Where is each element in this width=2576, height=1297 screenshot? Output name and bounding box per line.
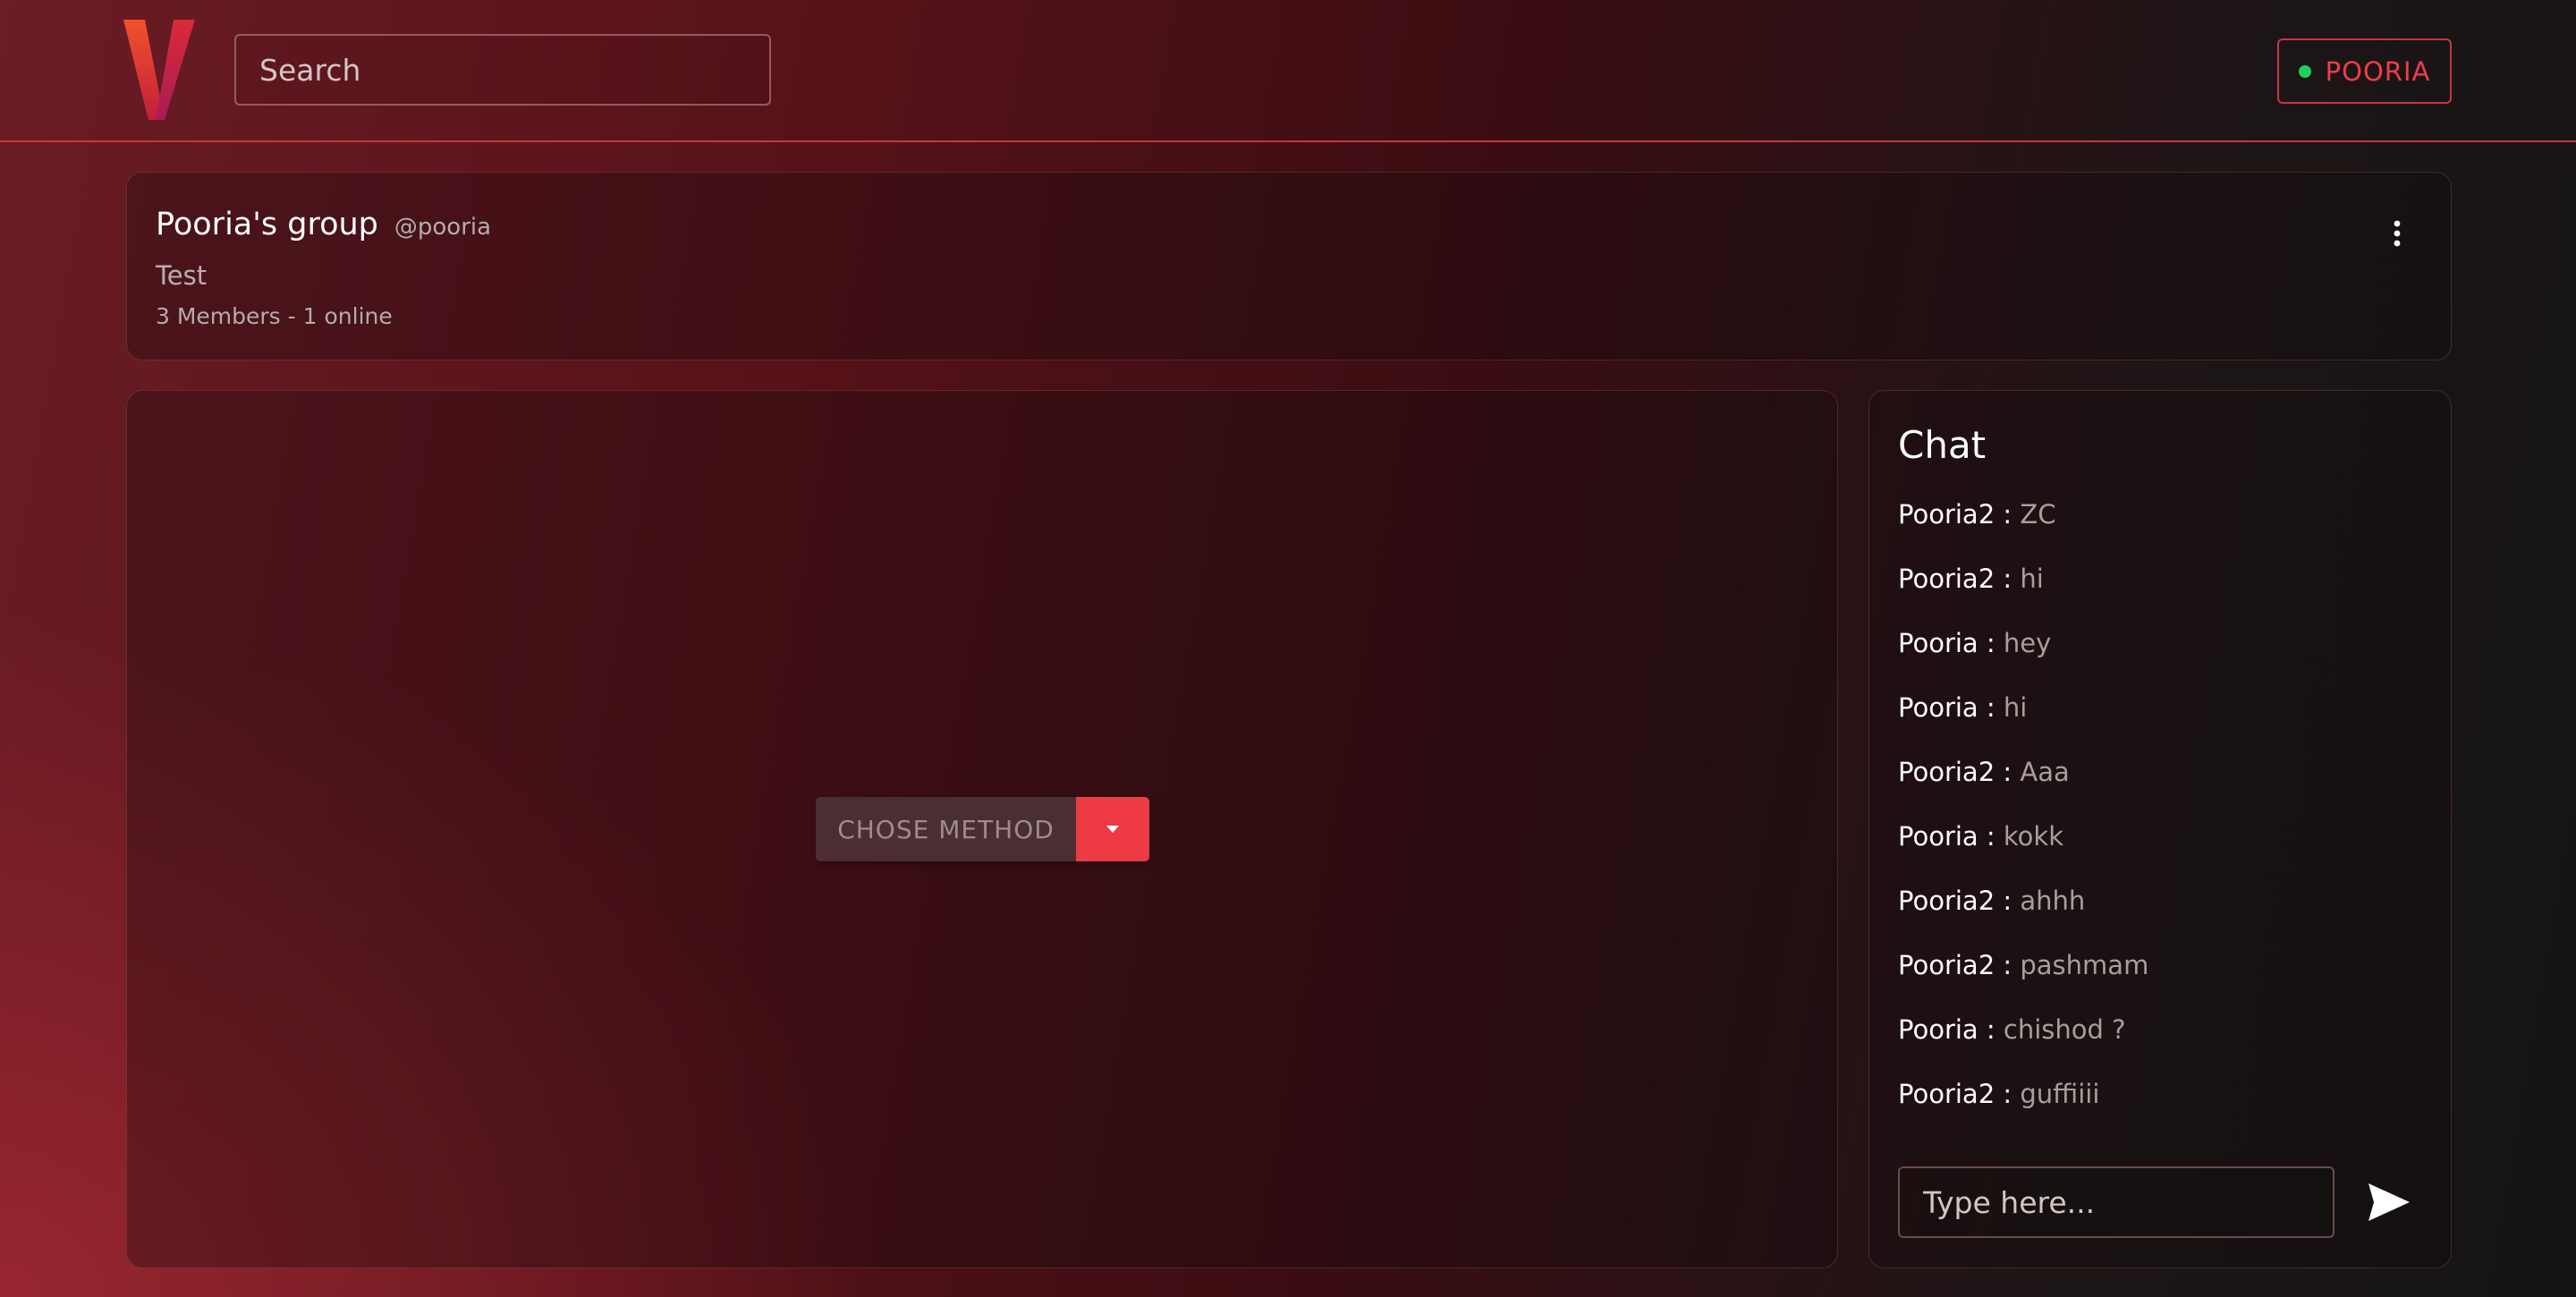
chat-message-user: Pooria2 xyxy=(1898,757,1996,787)
chat-message: Pooria : hey xyxy=(1898,627,2148,691)
chat-message-user: Pooria2 xyxy=(1898,1079,1996,1109)
chat-message-user: Pooria xyxy=(1898,821,1979,852)
chat-message: Pooria2 : Aaa xyxy=(1898,756,2148,820)
chat-message-separator: : xyxy=(1995,499,2021,530)
more-vertical-icon xyxy=(2394,220,2401,247)
method-split-button: CHOSE METHOD xyxy=(816,797,1149,861)
group-handle: @pooria xyxy=(394,214,492,241)
choose-method-button[interactable]: CHOSE METHOD xyxy=(816,797,1076,861)
chat-message: Pooria : hi xyxy=(1898,691,2148,756)
chat-message-text: hi xyxy=(2003,692,2028,723)
chat-message-list: Pooria2 : ZC Pooria2 : hi Pooria : hey Poor… xyxy=(1898,498,2148,1142)
chat-message-input[interactable] xyxy=(1898,1166,2334,1238)
chat-message-separator: : xyxy=(1995,757,2021,787)
group-description: Test xyxy=(156,260,208,291)
group-menu-button[interactable] xyxy=(2379,216,2415,251)
group-members-count: 3 Members - 1 online xyxy=(156,303,393,329)
chat-message: Pooria2 : ZC xyxy=(1898,498,2148,563)
chat-message-user: Pooria2 xyxy=(1898,564,1996,594)
chat-message-text: pashmam xyxy=(2020,950,2149,980)
user-status-button[interactable]: POORIA xyxy=(2277,38,2452,104)
chat-message: Pooria : kokk xyxy=(1898,820,2148,885)
chat-message-text: chishod ? xyxy=(2003,1014,2126,1045)
chat-message-separator: : xyxy=(1978,692,2004,723)
chat-message-user: Pooria xyxy=(1898,692,1979,723)
online-status-dot xyxy=(2298,64,2311,78)
chat-message-separator: : xyxy=(1978,628,2004,658)
chat-message-text: hi xyxy=(2020,564,2044,594)
group-title-row: Pooria's group @pooria xyxy=(156,207,491,242)
search-input[interactable] xyxy=(234,34,771,106)
user-name-label: POORIA xyxy=(2325,55,2431,87)
chat-message-text: guffiiii xyxy=(2020,1079,2100,1109)
chat-message-separator: : xyxy=(1995,1079,2021,1109)
chat-panel: Chat Pooria2 : ZC Pooria2 : hi Pooria : he… xyxy=(1868,390,2452,1268)
chat-message-text: hey xyxy=(2003,628,2052,658)
chat-message-user: Pooria2 xyxy=(1898,499,1996,530)
chat-message-user: Pooria2 xyxy=(1898,950,1996,980)
method-dropdown-toggle[interactable] xyxy=(1076,797,1149,861)
chat-message: Pooria2 : guffiiii xyxy=(1898,1078,2148,1142)
chat-message-text: ahhh xyxy=(2020,886,2086,916)
chat-message: Pooria2 : ahhh xyxy=(1898,885,2148,949)
chat-message-text: kokk xyxy=(2003,821,2064,852)
group-title: Pooria's group xyxy=(156,207,378,242)
top-header: POORIA xyxy=(0,0,2576,142)
chat-message-text: Aaa xyxy=(2020,757,2070,787)
logo[interactable] xyxy=(123,20,195,120)
chat-message-user: Pooria xyxy=(1898,628,1979,658)
chat-message-user: Pooria2 xyxy=(1898,886,1996,916)
chat-message: Pooria2 : hi xyxy=(1898,563,2148,627)
chat-message-separator: : xyxy=(1995,564,2021,594)
chat-message-separator: : xyxy=(1995,886,2021,916)
chat-message: Pooria : chishod ? xyxy=(1898,1013,2148,1078)
chat-message-separator: : xyxy=(1995,950,2021,980)
chat-message-separator: : xyxy=(1978,821,2004,852)
chat-message-text: ZC xyxy=(2020,499,2056,530)
chat-message: Pooria2 : pashmam xyxy=(1898,949,2148,1013)
send-icon[interactable] xyxy=(2367,1182,2411,1223)
main-stage-panel: CHOSE METHOD xyxy=(126,390,1838,1268)
chat-message-separator: : xyxy=(1978,1014,2004,1045)
chat-message-user: Pooria xyxy=(1898,1014,1979,1045)
caret-down-icon xyxy=(1106,826,1119,833)
group-info-card: Pooria's group @pooria Test 3 Members - … xyxy=(126,172,2452,360)
chat-title: Chat xyxy=(1898,423,1987,467)
